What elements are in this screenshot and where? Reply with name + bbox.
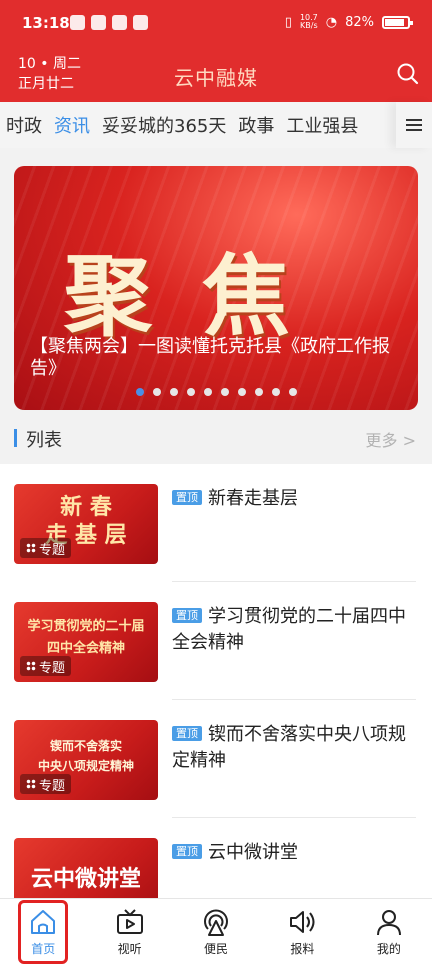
pinned-badge: 置顶: [172, 490, 202, 505]
app-title: 云中融媒: [174, 66, 258, 90]
user-icon: [376, 910, 401, 936]
carousel-dot[interactable]: [135, 388, 144, 396]
carousel-dot[interactable]: [271, 388, 280, 396]
item-title: 置顶 新春走基层: [172, 486, 412, 512]
topic-tag: 专题: [20, 774, 72, 794]
list-item[interactable]: 新 春 走 基 层 专题 置顶 新春走基层: [0, 464, 432, 582]
wifi-icon: ◔: [325, 14, 338, 30]
net-speed-unit: KB/s: [300, 21, 318, 30]
banner-headline-art: 聚焦: [64, 244, 341, 348]
item-title-text: 学习贯彻党的二十届四中全会精神: [172, 606, 406, 653]
net-speed: 10.7 KB/s: [300, 14, 318, 30]
banner-caption: 【聚焦两会】一图读懂托克托县《政府工作报告》: [30, 336, 390, 379]
topic-thumbnail: 新 春 走 基 层 专题: [14, 484, 158, 564]
nav-label: 首页: [31, 942, 56, 956]
notification-icons: [70, 15, 148, 30]
topic-thumbnail: 锲而不舍落实 中央八项规定精神 专题: [14, 720, 158, 800]
carousel-dot[interactable]: [237, 388, 246, 396]
tab-menu-icon[interactable]: [396, 102, 432, 148]
topic-thumbnail: 学习贯彻党的二十届 四中全会精神 专题: [14, 602, 158, 682]
item-title-text: 锲而不舍落实中央八项规定精神: [172, 724, 406, 771]
section-title: 列表: [26, 430, 62, 451]
nav-report[interactable]: 报料: [259, 899, 345, 964]
carousel-dot[interactable]: [152, 388, 161, 396]
nav-video[interactable]: 视听: [86, 899, 172, 964]
topic-list: 新 春 走 基 层 专题 置顶 新春走基层 学习贯彻党的二十届 四中全会精神 专题…: [0, 464, 432, 898]
nav-home[interactable]: 首页: [0, 899, 86, 964]
battery-icon: [382, 15, 413, 29]
tab-zixun[interactable]: 资讯: [48, 112, 96, 138]
nav-label: 便民: [204, 942, 229, 956]
carousel-dot[interactable]: [254, 388, 263, 396]
notification-icon: [91, 15, 106, 30]
item-title-text: 云中微讲堂: [208, 842, 298, 863]
nav-label: 我的: [376, 942, 401, 956]
status-bar: 13:18 ▯ 10.7 KB/s ◔ 82%: [0, 0, 432, 50]
nav-label: 报料: [290, 942, 315, 956]
item-title: 置顶 锲而不舍落实中央八项规定精神: [172, 722, 412, 774]
video-icon: [116, 909, 143, 934]
vibrate-icon: ▯: [284, 14, 292, 30]
carousel-dot[interactable]: [186, 388, 195, 396]
tab-zhengshi[interactable]: 政事: [232, 112, 280, 138]
thumbnail-text: 云中微讲堂: [30, 867, 141, 892]
notification-icon: [133, 15, 148, 30]
notification-icon: [70, 15, 85, 30]
tab-gongye[interactable]: 工业强县: [280, 112, 364, 138]
tab-shizheng[interactable]: 时政: [0, 112, 48, 138]
item-title-text: 新春走基层: [208, 488, 298, 509]
status-right: ▯ 10.7 KB/s ◔ 82%: [284, 14, 413, 30]
carousel-dot[interactable]: [203, 388, 212, 396]
tab-365[interactable]: 妥妥城的365天: [96, 112, 232, 138]
section-marker: [14, 429, 17, 447]
topic-tag-label: 专题: [39, 660, 66, 676]
pinned-badge: 置顶: [172, 608, 202, 623]
nav-mine[interactable]: 我的: [346, 899, 432, 964]
service-icon: [204, 909, 229, 936]
topic-tag-label: 专题: [39, 778, 66, 794]
thumbnail-text: 锲而不舍落实 中央八项规定精神: [37, 739, 134, 773]
banner-carousel[interactable]: 聚焦 【聚焦两会】一图读懂托克托县《政府工作报告》: [14, 166, 418, 410]
nav-label: 视听: [117, 942, 142, 956]
notification-icon: [112, 15, 127, 30]
list-section-header: 列表 更多 >: [0, 410, 432, 464]
app-header: 10 • 周二 正月廿二 云中融媒: [0, 50, 432, 102]
carousel-dot[interactable]: [169, 388, 178, 396]
topic-tag: 专题: [20, 538, 72, 558]
topic-thumbnail: 云中微讲堂: [14, 838, 158, 898]
speaker-icon: [290, 911, 315, 933]
carousel-dot[interactable]: [288, 388, 297, 396]
search-icon[interactable]: [396, 62, 420, 86]
bottom-nav: 首页 视听 便民 报料 我的: [0, 898, 432, 964]
channel-tabs: 时政 资讯 妥妥城的365天 政事 工业强县: [0, 102, 432, 148]
topic-tag: 专题: [20, 656, 72, 676]
pinned-badge: 置顶: [172, 726, 202, 741]
carousel-dot[interactable]: [220, 388, 229, 396]
nav-service[interactable]: 便民: [173, 899, 259, 964]
pinned-badge: 置顶: [172, 844, 202, 859]
grid-icon: [26, 543, 36, 553]
topic-tag-label: 专题: [39, 542, 66, 558]
item-title: 置顶 云中微讲堂: [172, 840, 412, 866]
battery-percent: 82%: [345, 14, 374, 30]
thumbnail-text: 学习贯彻党的二十届 四中全会精神: [27, 619, 145, 656]
status-time: 13:18: [22, 14, 70, 32]
carousel-dots: [14, 388, 418, 396]
list-item[interactable]: 锲而不舍落实 中央八项规定精神 专题 置顶 锲而不舍落实中央八项规定精神: [0, 700, 432, 818]
grid-icon: [26, 779, 36, 789]
list-item[interactable]: 云中微讲堂 置顶 云中微讲堂: [0, 818, 432, 898]
item-title: 置顶 学习贯彻党的二十届四中全会精神: [172, 604, 412, 656]
more-link[interactable]: 更多 >: [366, 427, 417, 451]
home-icon: [31, 910, 56, 934]
list-item[interactable]: 学习贯彻党的二十届 四中全会精神 专题 置顶 学习贯彻党的二十届四中全会精神: [0, 582, 432, 700]
grid-icon: [26, 661, 36, 671]
